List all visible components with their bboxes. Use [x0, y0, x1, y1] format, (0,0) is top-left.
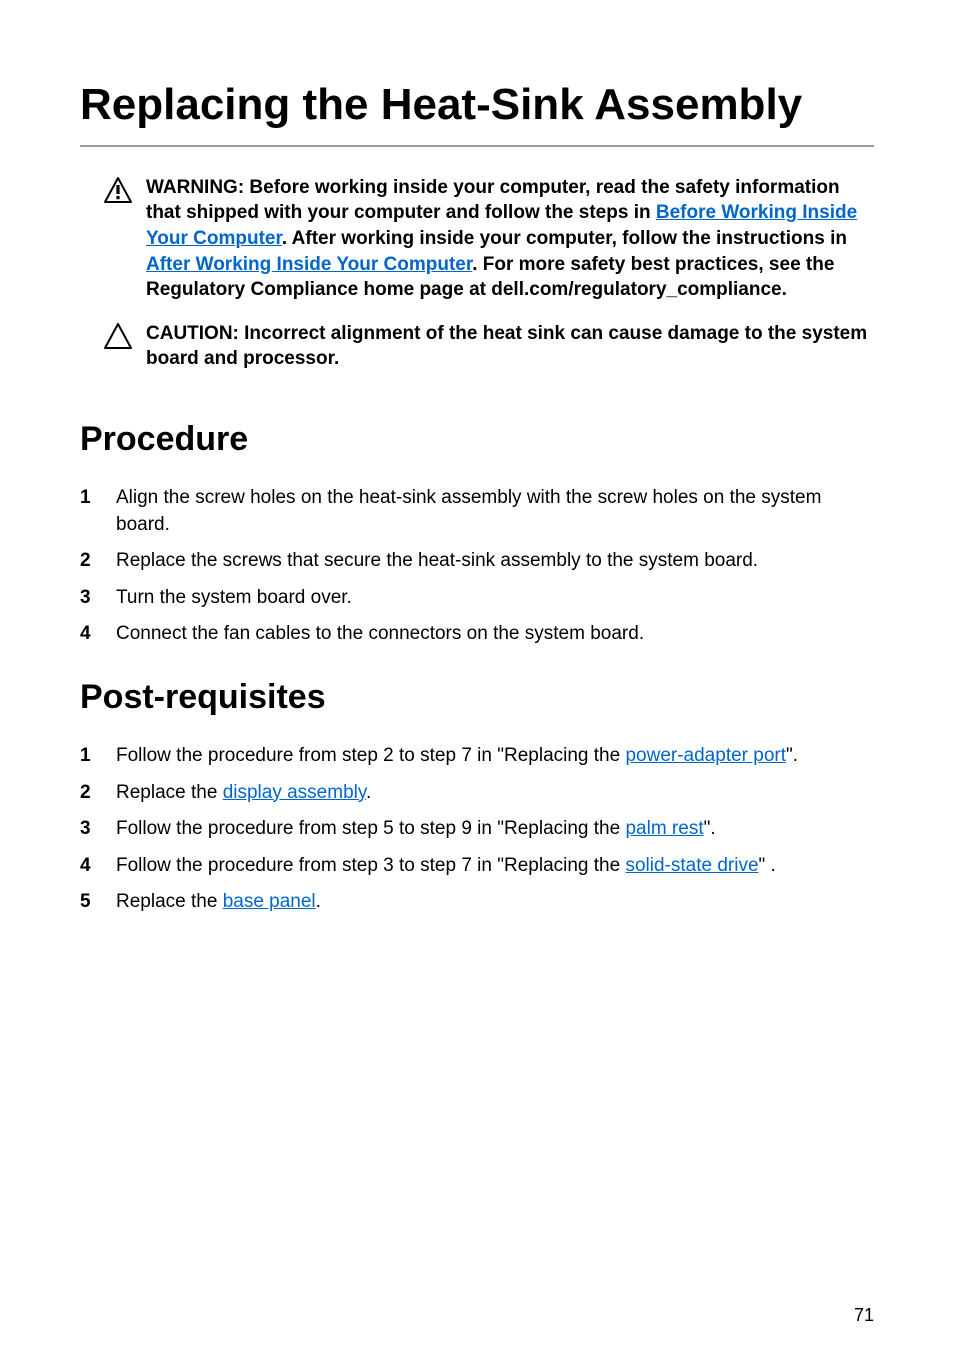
list-item: Align the screw holes on the heat-sink a…: [80, 485, 874, 538]
list-item: Follow the procedure from step 3 to step…: [80, 853, 874, 880]
list-item: Replace the display assembly.: [80, 780, 874, 807]
palm-rest-link[interactable]: palm rest: [625, 818, 703, 839]
display-assembly-link[interactable]: display assembly: [223, 782, 366, 803]
list-item: Connect the fan cables to the connectors…: [80, 621, 874, 648]
list-item: Replace the base panel.: [80, 889, 874, 916]
warning-icon: [104, 177, 132, 208]
postreq-list: Follow the procedure from step 2 to step…: [80, 743, 874, 916]
warning-block: WARNING: Before working inside your comp…: [80, 175, 874, 303]
list-item: Replace the screws that secure the heat-…: [80, 548, 874, 575]
postreq-heading: Post-requisites: [80, 678, 874, 717]
power-adapter-port-link[interactable]: power-adapter port: [625, 745, 786, 766]
caution-icon: [104, 323, 132, 354]
caution-block: CAUTION: Incorrect alignment of the heat…: [80, 321, 874, 372]
page-title: Replacing the Heat-Sink Assembly: [80, 80, 874, 147]
base-panel-link[interactable]: base panel: [223, 891, 316, 912]
procedure-heading: Procedure: [80, 420, 874, 459]
caution-text: CAUTION: Incorrect alignment of the heat…: [146, 321, 874, 372]
list-item: Turn the system board over.: [80, 585, 874, 612]
warning-text: WARNING: Before working inside your comp…: [146, 175, 874, 303]
page-number: 71: [854, 1305, 874, 1326]
list-item: Follow the procedure from step 2 to step…: [80, 743, 874, 770]
after-working-link[interactable]: After Working Inside Your Computer: [146, 254, 472, 275]
list-item: Follow the procedure from step 5 to step…: [80, 816, 874, 843]
solid-state-drive-link[interactable]: solid-state drive: [625, 855, 758, 876]
procedure-list: Align the screw holes on the heat-sink a…: [80, 485, 874, 648]
